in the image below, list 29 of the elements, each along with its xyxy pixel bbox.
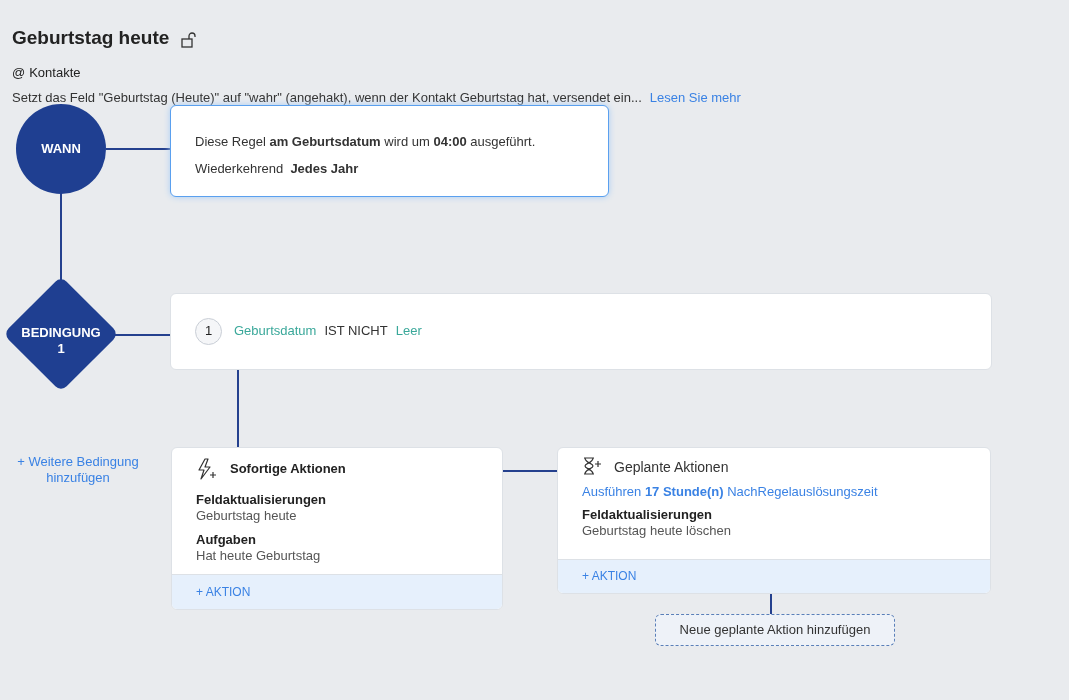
condition-field: Geburtsdatum [234, 321, 317, 341]
scheduled-actions-title: Geplante Aktionen [614, 457, 729, 477]
action-group-value: Hat heute Geburtstag [196, 547, 322, 564]
schedule-text[interactable]: Ausführen 17 Stunde(n) NachRegelauslösungszeit [558, 481, 990, 501]
instant-actions-title: Sofortige Aktionen [230, 459, 346, 478]
action-group-heading: Aufgaben [196, 531, 257, 548]
add-action-button[interactable]: + AKTION [172, 573, 502, 609]
add-condition-link[interactable]: + Weitere Bedingung hinzufügen [8, 453, 148, 486]
page-title: Geburtstag heute [12, 26, 170, 50]
recurrence-text: Wiederkehrend Jedes Jahr [195, 160, 360, 178]
action-group-value: Geburtstag heute löschen [582, 523, 732, 539]
lightning-plus-icon [196, 457, 218, 480]
condition-label: BEDINGUNG 1 [20, 324, 102, 357]
add-scheduled-action-button[interactable]: Neue geplante Aktion hinzufügen [655, 613, 895, 646]
action-group-value: Geburtstag heute [196, 507, 298, 524]
read-more-link[interactable]: Lesen Sie mehr [649, 88, 741, 108]
module-name: Kontakte [29, 63, 81, 82]
action-group-heading: Feldaktualisierungen [196, 491, 328, 508]
condition-card[interactable]: 1 Geburtsdatum IST NICHT Leer [170, 292, 992, 370]
condition-operator: IST NICHT [324, 322, 388, 341]
add-action-button[interactable]: + AKTION [558, 558, 990, 593]
trigger-description: Diese Regel am Geburtsdatum wird um 04:00 ausgeführt. [195, 132, 537, 151]
hourglass-plus-icon [582, 457, 602, 477]
condition-number: 1 [195, 317, 222, 345]
trigger-card[interactable]: Diese Regel am Geburtsdatum wird um 04:00 ausgeführt. Wiederkehrend Jedes Jahr [170, 104, 609, 197]
trigger-node[interactable]: WANN [16, 103, 106, 194]
at-sign: @ [12, 63, 26, 82]
action-group-heading: Feldaktualisierungen [582, 507, 714, 523]
condition-value: Leer [395, 322, 422, 341]
